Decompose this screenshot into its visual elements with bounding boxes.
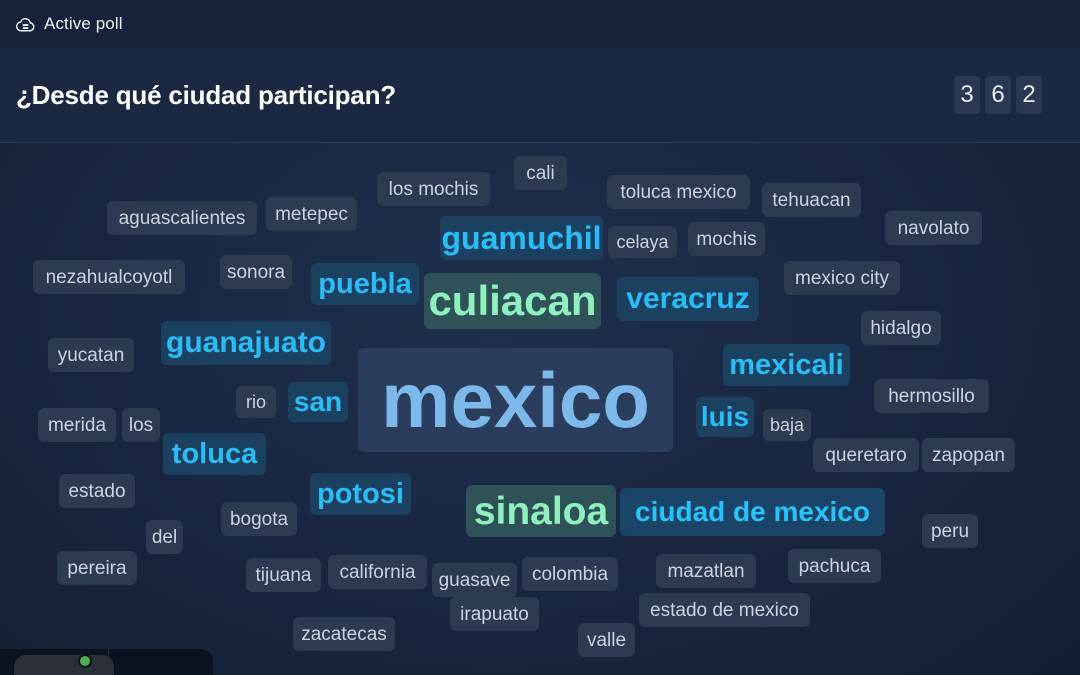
page-title: ¿Desde qué ciudad participan? — [16, 79, 396, 110]
word-chip: nezahualcoyotl — [33, 260, 185, 294]
topbar: Active poll — [0, 0, 1080, 48]
participant-tile[interactable] — [14, 655, 114, 675]
word-chip: toluca — [163, 433, 266, 475]
word-chip: zapopan — [922, 438, 1015, 472]
word-chip: california — [328, 555, 427, 589]
vote-digit-0: 3 — [954, 76, 980, 114]
word-chip: aguascalientes — [107, 201, 257, 235]
poll-presentation-screen: Active poll ¿Desde qué ciudad participan… — [0, 0, 1080, 675]
word-chip: merida — [38, 408, 116, 442]
word-chip: luis — [696, 397, 754, 437]
word-chip: celaya — [608, 226, 677, 258]
word-chip: mazatlan — [656, 554, 756, 588]
vote-counter: 362 — [954, 76, 1042, 114]
word-chip: queretaro — [813, 438, 919, 472]
word-chip: estado — [59, 474, 135, 508]
word-chip: metepec — [266, 197, 357, 231]
question-header: ¿Desde qué ciudad participan? 362 — [0, 48, 1080, 143]
word-chip: navolato — [885, 211, 982, 245]
word-chip: mexico — [358, 348, 673, 452]
word-chip: bogota — [221, 502, 297, 536]
word-chip: del — [146, 520, 183, 554]
word-chip: colombia — [522, 557, 618, 591]
word-chip: mochis — [688, 222, 765, 256]
word-chip: zacatecas — [293, 617, 395, 651]
online-status-badge — [78, 654, 92, 668]
word-chip: peru — [922, 514, 978, 548]
topbar-label: Active poll — [44, 14, 123, 33]
overlay-divider — [108, 649, 109, 675]
word-chip: pereira — [57, 551, 137, 585]
word-chip: yucatan — [48, 338, 134, 372]
word-chip: sinaloa — [466, 485, 616, 537]
vote-digit-2: 2 — [1016, 76, 1042, 114]
word-chip: tijuana — [246, 558, 321, 592]
word-chip: guanajuato — [161, 321, 331, 365]
word-chip: los — [122, 408, 160, 442]
bottom-overlay-bar — [0, 649, 213, 675]
word-chip: guamuchil — [440, 216, 603, 260]
poll-cloud-icon — [14, 13, 36, 35]
word-chip: hermosillo — [874, 379, 989, 413]
word-chip: valle — [578, 623, 635, 657]
word-chip: puebla — [311, 263, 419, 305]
word-chip: san — [288, 382, 348, 422]
word-chip: tehuacan — [762, 183, 861, 217]
word-chip: hidalgo — [861, 311, 941, 345]
word-chip: pachuca — [788, 549, 881, 583]
word-chip: sonora — [220, 255, 292, 289]
word-chip: estado de mexico — [639, 593, 810, 627]
word-chip: baja — [763, 409, 811, 441]
word-chip: mexico city — [784, 261, 900, 295]
word-cloud: mexico culiacan sinaloa ciudad de mexico gua… — [0, 144, 1080, 675]
word-chip: cali — [514, 156, 567, 190]
word-chip: potosi — [310, 473, 411, 515]
word-chip: irapuato — [450, 597, 539, 631]
word-chip: veracruz — [617, 277, 759, 321]
vote-digit-1: 6 — [985, 76, 1011, 114]
word-chip: rio — [236, 386, 276, 418]
word-chip: guasave — [432, 563, 517, 597]
word-chip: toluca mexico — [607, 175, 750, 209]
word-chip: mexicali — [723, 344, 850, 386]
word-chip: los mochis — [377, 172, 490, 206]
word-chip: culiacan — [424, 273, 601, 329]
word-chip: ciudad de mexico — [620, 488, 885, 536]
